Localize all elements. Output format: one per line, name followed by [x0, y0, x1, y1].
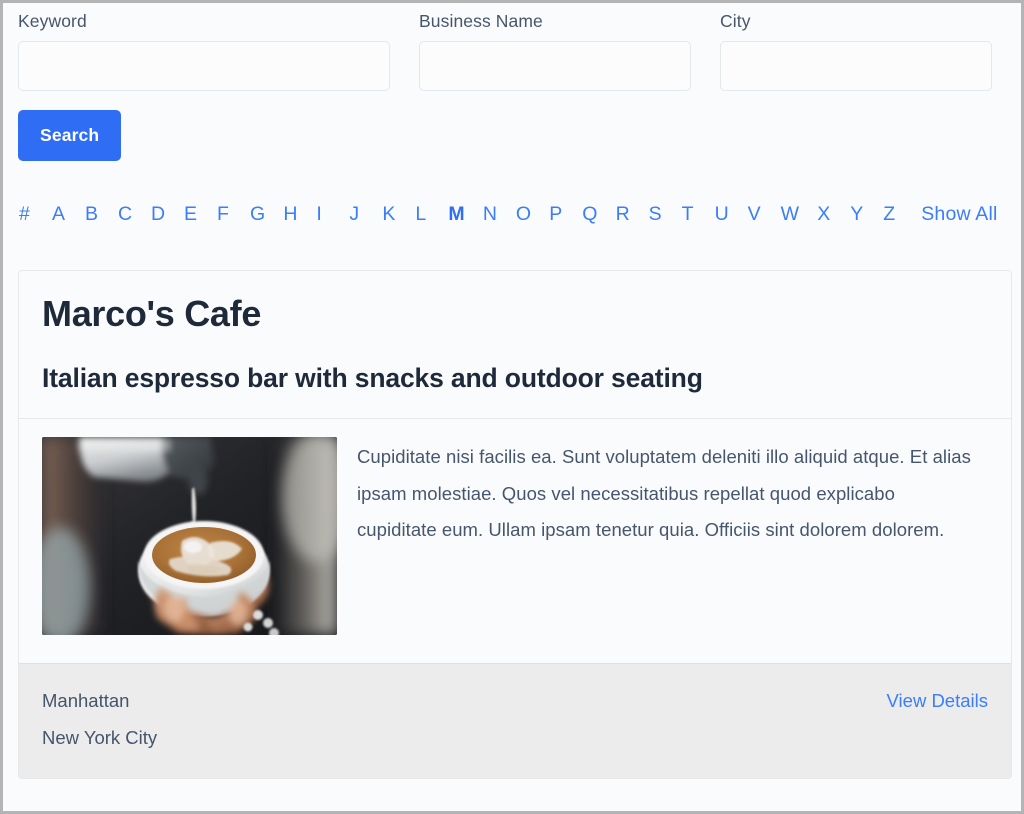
alpha-link-n[interactable]: N: [483, 203, 498, 226]
alpha-link-o[interactable]: O: [516, 203, 531, 226]
alpha-link-show-all[interactable]: Show All: [921, 203, 997, 226]
business-location: Manhattan New York City: [42, 682, 157, 756]
alphabet-filter-nav: # A B C D E F G H I J K L M N O P Q R S T U V W X Y Z Show All: [19, 203, 999, 226]
alpha-link-v[interactable]: V: [748, 203, 763, 226]
alpha-link-y[interactable]: Y: [850, 203, 865, 226]
alpha-link-hash[interactable]: #: [19, 203, 34, 226]
alpha-link-m[interactable]: M: [448, 203, 464, 226]
alpha-link-e[interactable]: E: [184, 203, 199, 226]
card-header: Marco's Cafe Italian espresso bar with s…: [19, 271, 1011, 419]
alpha-link-p[interactable]: P: [549, 203, 564, 226]
alpha-link-a[interactable]: A: [52, 203, 67, 226]
city-label: City: [720, 11, 751, 31]
business-thumbnail-image: [42, 437, 337, 635]
city-field-group: City: [720, 11, 992, 91]
view-details-link[interactable]: View Details: [887, 682, 988, 719]
page-content: Keyword Business Name City Search # A B C D E…: [3, 3, 1021, 811]
card-body: Cupiditate nisi facilis ea. Sunt volupta…: [19, 419, 1011, 663]
browser-frame: Keyword Business Name City Search # A B C D E…: [0, 0, 1024, 814]
alpha-link-b[interactable]: B: [85, 203, 100, 226]
business-subtitle: Italian espresso bar with snacks and out…: [42, 363, 703, 393]
alpha-link-x[interactable]: X: [817, 203, 832, 226]
business-description: Cupiditate nisi facilis ea. Sunt volupta…: [357, 446, 971, 540]
alpha-link-c[interactable]: C: [118, 203, 133, 226]
alpha-link-f[interactable]: F: [217, 203, 232, 226]
keyword-field-group: Keyword: [18, 11, 390, 91]
keyword-label: Keyword: [18, 11, 87, 31]
business-search-form: Keyword Business Name City Search: [18, 11, 996, 161]
business-name-label: Business Name: [419, 11, 543, 31]
alpha-link-d[interactable]: D: [151, 203, 166, 226]
alpha-link-u[interactable]: U: [715, 203, 730, 226]
alpha-link-q[interactable]: Q: [582, 203, 597, 226]
city-input[interactable]: [720, 41, 992, 91]
business-name-input[interactable]: [419, 41, 691, 91]
search-button[interactable]: Search: [18, 110, 122, 161]
alpha-link-z[interactable]: Z: [883, 203, 898, 226]
alpha-link-r[interactable]: R: [616, 203, 631, 226]
alpha-link-g[interactable]: G: [250, 203, 265, 226]
alpha-link-s[interactable]: S: [649, 203, 664, 226]
card-footer: Manhattan New York City View Details: [19, 663, 1011, 778]
business-city: New York City: [42, 727, 158, 748]
business-result-card: Marco's Cafe Italian espresso bar with s…: [18, 270, 1012, 779]
business-neighborhood: Manhattan: [42, 690, 130, 711]
business-name-field-group: Business Name: [419, 11, 691, 91]
business-title: Marco's Cafe: [42, 293, 262, 334]
alpha-link-j[interactable]: J: [349, 203, 364, 226]
alpha-link-w[interactable]: W: [781, 203, 800, 226]
search-field-row: Keyword Business Name City: [18, 11, 996, 91]
alpha-link-t[interactable]: T: [682, 203, 697, 226]
alpha-link-k[interactable]: K: [382, 203, 397, 226]
alpha-link-l[interactable]: L: [415, 203, 430, 226]
keyword-input[interactable]: [18, 41, 390, 91]
latte-photo-illustration: [42, 437, 337, 635]
alpha-link-h[interactable]: H: [283, 203, 298, 226]
alpha-link-i[interactable]: I: [316, 203, 331, 226]
